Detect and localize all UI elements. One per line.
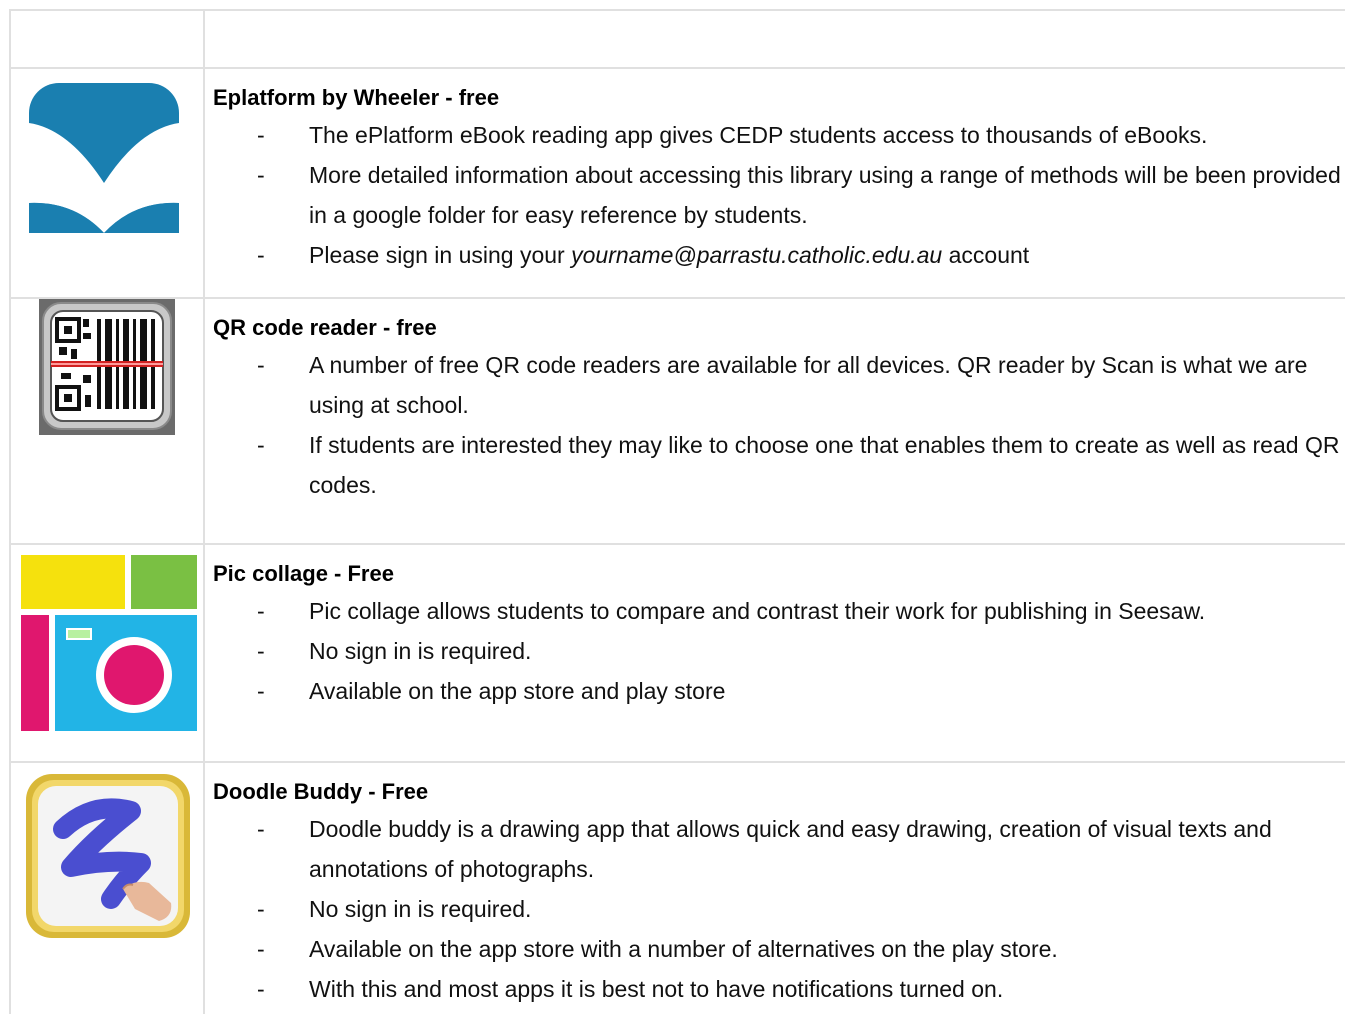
bullet-list: - Doodle buddy is a drawing app that allo… <box>213 809 1345 1009</box>
doodle-buddy-icon <box>26 774 190 938</box>
list-item: -A number of free QR code readers are av… <box>257 352 1308 418</box>
qr-scanner-icon <box>39 299 175 435</box>
content-cell: Eplatform by Wheeler - free - The ePlatfo… <box>213 69 1345 275</box>
list-item-signin: - Please sign in using your yourname@parr… <box>257 242 1030 268</box>
table-row-qr-reader: QR code reader - free -A number of free … <box>11 297 1345 545</box>
column-divider <box>203 9 205 1014</box>
icon-cell <box>11 69 203 299</box>
list-item: - The ePlatform eBook reading app gives C… <box>257 122 1208 148</box>
table-row-pic-collage: Pic collage - Free - Pic collage allows s… <box>11 543 1345 763</box>
app-title: QR code reader - free <box>213 315 437 340</box>
pic-collage-camera-icon <box>21 555 197 731</box>
bullet-list: -A number of free QR code readers are av… <box>213 345 1345 505</box>
eplatform-book-icon <box>29 83 179 233</box>
icon-cell <box>11 763 203 1016</box>
table-row-eplatform: Eplatform by Wheeler - free - The ePlatfo… <box>11 67 1345 299</box>
list-item: - Available on the app store and play sto… <box>257 678 726 704</box>
apps-table: Eplatform by Wheeler - free - The ePlatfo… <box>9 9 1345 1014</box>
list-item: - No sign in is required. <box>257 896 532 922</box>
table-row-doodle-buddy: Doodle Buddy - Free - Doodle buddy is a d… <box>11 761 1345 1016</box>
list-item: - Pic collage allows students to compare … <box>257 598 1206 624</box>
list-item: - Doodle buddy is a drawing app that allo… <box>257 816 1272 882</box>
app-title: Pic collage - Free <box>213 561 394 586</box>
app-title: Doodle Buddy - Free <box>213 779 429 804</box>
list-item: - Available on the app store with a numbe… <box>257 936 1058 962</box>
content-cell: Doodle Buddy - Free - Doodle buddy is a d… <box>213 763 1345 1009</box>
content-cell: QR code reader - free -A number of free … <box>213 299 1345 505</box>
bullet-list: - The ePlatform eBook reading app gives C… <box>213 115 1345 275</box>
content-cell: Pic collage - Free - Pic collage allows s… <box>213 545 1345 711</box>
icon-cell <box>11 545 203 763</box>
list-item: - If students are interested they may li… <box>257 432 1340 498</box>
list-item: - With this and most apps it is best not … <box>257 976 1004 1002</box>
app-title: Eplatform by Wheeler - free <box>213 85 500 110</box>
email-address: yourname@parrastu.catholic.edu.au <box>571 242 943 268</box>
bullet-list: - Pic collage allows students to compare … <box>213 591 1345 711</box>
list-item: - More detailed information about accessi… <box>257 162 1341 228</box>
header-row <box>11 9 1345 69</box>
list-item: - No sign in is required. <box>257 638 532 664</box>
icon-cell <box>11 299 203 545</box>
